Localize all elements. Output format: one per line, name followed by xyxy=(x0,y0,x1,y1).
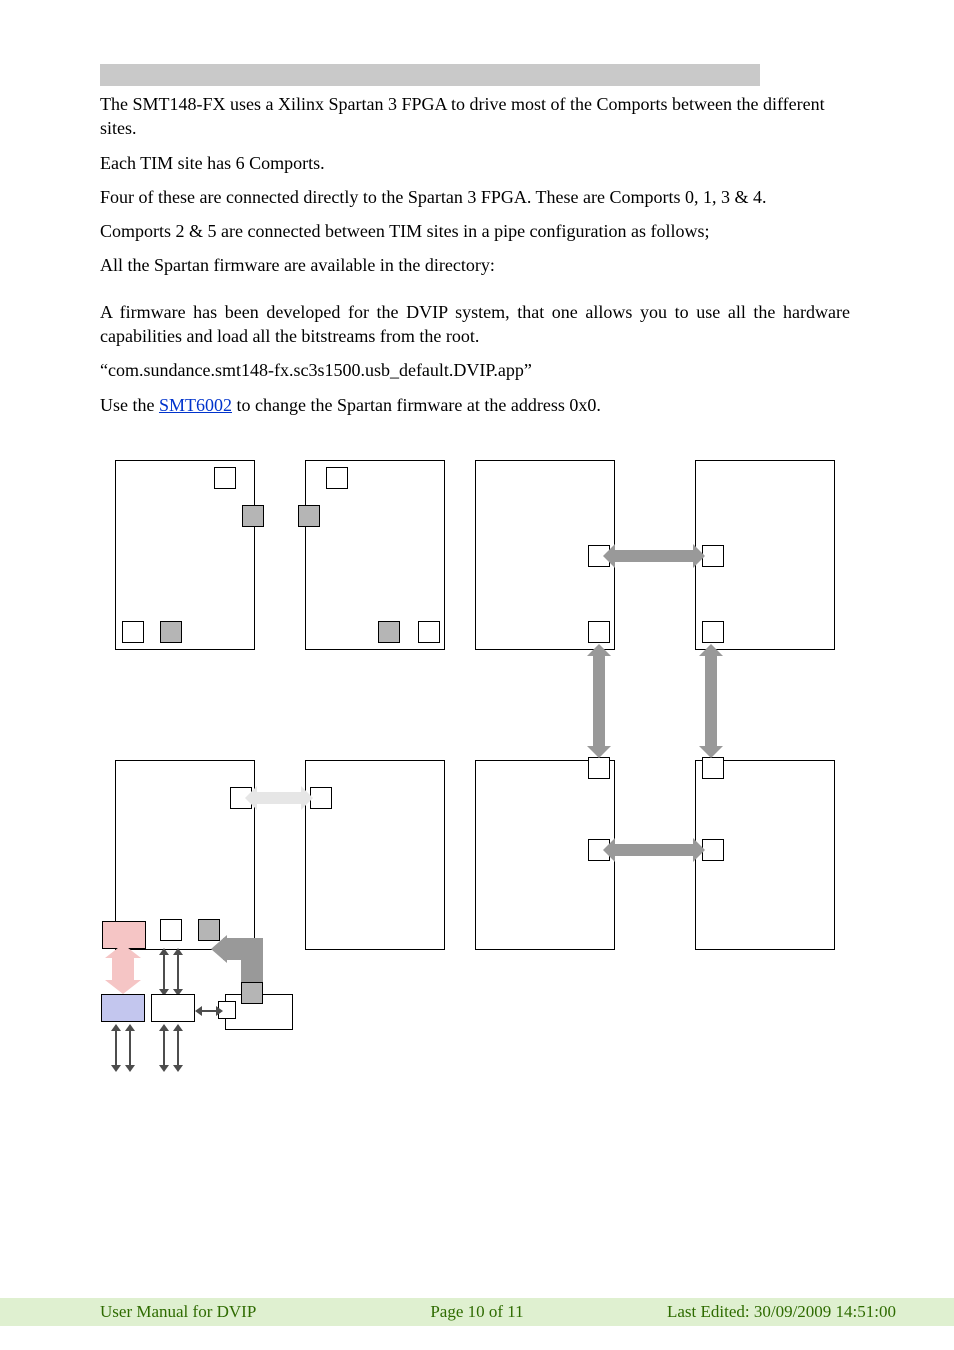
paragraph-8-post: to change the Spartan firmware at the ad… xyxy=(232,395,601,415)
port xyxy=(310,787,332,809)
port xyxy=(242,505,264,527)
port xyxy=(588,621,610,643)
port xyxy=(702,757,724,779)
tim-box-8 xyxy=(695,760,835,950)
arrow xyxy=(201,1010,217,1012)
paragraph-3: Four of these are connected directly to … xyxy=(100,185,850,209)
port xyxy=(298,505,320,527)
port xyxy=(588,757,610,779)
paragraph-2: Each TIM site has 6 Comports. xyxy=(100,151,850,175)
paragraph-6: A firmware has been developed for the DV… xyxy=(100,300,850,349)
comport-diagram xyxy=(115,460,855,1140)
arrow xyxy=(593,654,605,748)
arrow xyxy=(129,1030,131,1066)
arrowhead xyxy=(211,935,227,963)
port xyxy=(214,467,236,489)
arrow xyxy=(613,844,695,856)
port xyxy=(702,621,724,643)
arrow xyxy=(115,1030,117,1066)
arrow xyxy=(255,792,303,804)
tim-box-2 xyxy=(305,460,445,650)
section-divider xyxy=(100,64,760,86)
paragraph-1: The SMT148-FX uses a Xilinx Spartan 3 FP… xyxy=(100,92,850,141)
port xyxy=(160,621,182,643)
port xyxy=(702,545,724,567)
tim-box-7 xyxy=(475,760,615,950)
arrow xyxy=(705,654,717,748)
arrow xyxy=(177,954,179,990)
tim-box-4 xyxy=(695,460,835,650)
port xyxy=(122,621,144,643)
smt6002-link[interactable]: SMT6002 xyxy=(159,395,232,415)
tim-box-3 xyxy=(475,460,615,650)
port xyxy=(326,467,348,489)
tim-box-1 xyxy=(115,460,255,650)
arrow xyxy=(177,1030,179,1066)
arrow xyxy=(223,938,263,960)
paragraph-5: All the Spartan firmware are available i… xyxy=(100,253,850,277)
arrow xyxy=(163,1030,165,1066)
paragraph-4: Comports 2 & 5 are connected between TIM… xyxy=(100,219,850,243)
footer-right: Last Edited: 30/09/2009 14:51:00 xyxy=(667,1302,896,1322)
port xyxy=(702,839,724,861)
tim-box-6 xyxy=(305,760,445,950)
arrow xyxy=(613,550,695,562)
port xyxy=(151,994,195,1022)
arrow xyxy=(163,954,165,990)
port xyxy=(101,994,145,1022)
port xyxy=(418,621,440,643)
paragraph-8: Use the SMT6002 to change the Spartan fi… xyxy=(100,393,850,417)
port xyxy=(160,919,182,941)
page-footer: User Manual for DVIP Page 10 of 11 Last … xyxy=(0,1298,954,1326)
arrow xyxy=(112,956,134,982)
paragraph-8-pre: Use the xyxy=(100,395,159,415)
port xyxy=(378,621,400,643)
tim-box-5 xyxy=(115,760,255,950)
port xyxy=(241,982,263,1004)
paragraph-7: “com.sundance.smt148-fx.sc3s1500.usb_def… xyxy=(100,358,850,382)
